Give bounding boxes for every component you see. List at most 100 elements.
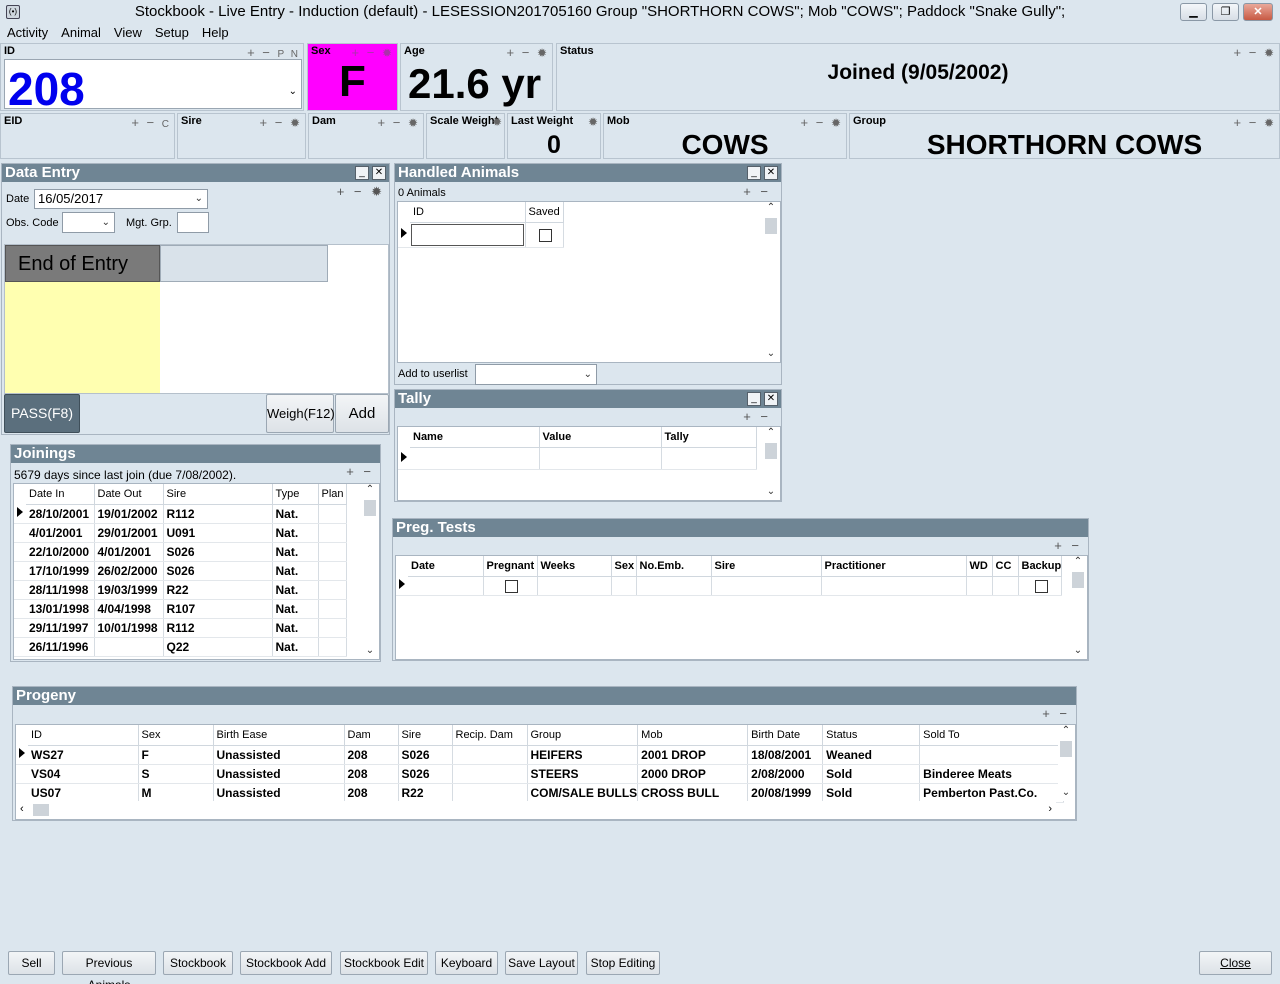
table-row[interactable]: 29/11/1997 10/01/1998 R112 Nat. (14, 618, 347, 638)
table-cell[interactable]: R112 (163, 504, 273, 524)
table-cell[interactable]: 28/10/2001 (26, 504, 95, 524)
menu-setup[interactable]: Setup (148, 24, 195, 40)
menu-activity[interactable]: Activity (0, 24, 54, 40)
table-cell[interactable]: WS27 (28, 745, 139, 765)
stockbook-edit-button[interactable]: Stockbook Edit (340, 951, 428, 975)
table-cell[interactable]: 13/01/1998 (26, 599, 95, 619)
mgt-grp-input[interactable] (177, 212, 209, 233)
sire-controls[interactable]: + − ✹ (260, 115, 302, 130)
save-layout-button[interactable]: Save Layout (505, 951, 578, 975)
table-cell[interactable]: S026 (398, 745, 453, 765)
last-weight-controls[interactable]: ✹ (588, 115, 598, 129)
table-cell[interactable]: US07 (28, 783, 139, 803)
table-cell[interactable]: 10/01/1998 (94, 618, 164, 638)
joinings-scrollbar[interactable]: ⌃ ⌄ (362, 484, 378, 659)
preg-tests-scrollbar[interactable]: ⌃ ⌄ (1070, 556, 1086, 659)
table-row[interactable]: WS27 F Unassisted 208 S026 HEIFERS 2001 DROP 18… (16, 745, 1065, 765)
add-button[interactable]: Add (335, 394, 389, 433)
id-controls[interactable]: + − P N (247, 45, 300, 60)
table-cell[interactable]: R112 (163, 618, 273, 638)
table-cell[interactable]: 18/08/2001 (747, 745, 824, 765)
table-cell[interactable]: COM/SALE BULLS (527, 783, 639, 803)
table-cell[interactable]: R22 (163, 580, 273, 600)
backup-checkbox[interactable] (1034, 579, 1048, 593)
table-cell[interactable]: R22 (398, 783, 453, 803)
table-cell[interactable]: 4/04/1998 (94, 599, 164, 619)
mob-controls[interactable]: + − ✹ (801, 115, 843, 130)
table-cell[interactable]: Unassisted (213, 764, 345, 784)
table-cell[interactable]: Pemberton Past.Co. (919, 783, 1065, 803)
table-cell[interactable]: 26/02/2000 (94, 561, 164, 581)
table-cell[interactable] (452, 783, 528, 803)
table-cell[interactable]: 29/01/2001 (94, 523, 164, 543)
new-id-input[interactable] (411, 223, 524, 246)
table-cell[interactable]: M (138, 783, 214, 803)
tally-controls[interactable]: + − (743, 409, 771, 424)
table-cell[interactable]: 4/01/2001 (94, 542, 164, 562)
table-cell[interactable]: Weaned (822, 745, 921, 765)
table-cell[interactable]: 29/11/1997 (26, 618, 95, 638)
table-cell[interactable]: Nat. (272, 599, 319, 619)
table-cell[interactable] (318, 580, 347, 600)
table-cell[interactable]: 208 (344, 764, 399, 784)
table-cell[interactable]: 2001 DROP (637, 745, 749, 765)
sell-button[interactable]: Sell (8, 951, 55, 975)
table-cell[interactable]: Nat. (272, 561, 319, 581)
progeny-vscrollbar[interactable]: ⌃ ⌄ (1058, 725, 1074, 801)
group-controls[interactable]: + − ✹ (1234, 115, 1276, 130)
table-cell[interactable]: Nat. (272, 504, 319, 524)
table-cell[interactable] (919, 745, 1065, 765)
table-cell[interactable]: 19/01/2002 (94, 504, 164, 524)
table-cell[interactable]: S026 (163, 561, 273, 581)
table-cell[interactable]: Nat. (272, 523, 319, 543)
table-cell[interactable]: 26/11/1996 (26, 637, 95, 657)
table-cell[interactable]: 2/08/2000 (747, 764, 824, 784)
end-of-entry-cell[interactable]: End of Entry (5, 245, 160, 282)
table-cell[interactable]: Binderee Meats (919, 764, 1065, 784)
table-cell[interactable]: 17/10/1999 (26, 561, 95, 581)
minimize-button[interactable]: ▁ (1180, 3, 1207, 21)
table-cell[interactable] (318, 637, 347, 657)
table-cell[interactable]: VS04 (28, 764, 139, 784)
table-row[interactable]: 22/10/2000 4/01/2001 S026 Nat. (14, 542, 347, 562)
handled-controls[interactable]: + − (743, 184, 771, 199)
table-row[interactable]: US07 M Unassisted 208 R22 COM/SALE BULLS CROSS… (16, 783, 1065, 803)
scale-weight-controls[interactable]: ✹ (492, 115, 502, 129)
table-cell[interactable]: 19/03/1999 (94, 580, 164, 600)
userlist-select[interactable]: ⌄ (475, 364, 597, 385)
table-row[interactable]: 4/01/2001 29/01/2001 U091 Nat. (14, 523, 347, 543)
table-row[interactable]: 17/10/1999 26/02/2000 S026 Nat. (14, 561, 347, 581)
table-cell[interactable] (452, 745, 528, 765)
table-cell[interactable]: 22/10/2000 (26, 542, 95, 562)
table-cell[interactable]: F (138, 745, 214, 765)
weigh-button[interactable]: Weigh(F12) (266, 394, 335, 433)
menu-animal[interactable]: Animal (54, 24, 107, 40)
table-cell[interactable]: Unassisted (213, 783, 345, 803)
age-controls[interactable]: + − ✹ (507, 45, 549, 60)
table-cell[interactable]: CROSS BULL (637, 783, 749, 803)
minimize-panel-button[interactable]: _ (747, 392, 761, 406)
previous-animals-button[interactable]: Previous Animals (62, 951, 156, 984)
joinings-controls[interactable]: + − (346, 464, 374, 479)
tally-scrollbar[interactable]: ⌃ ⌄ (763, 427, 779, 500)
close-button[interactable]: Close (1199, 951, 1272, 975)
table-cell[interactable]: STEERS (527, 764, 639, 784)
minimize-panel-button[interactable]: _ (355, 166, 369, 180)
close-window-button[interactable]: ✕ (1243, 3, 1273, 21)
progeny-controls[interactable]: + − (1042, 706, 1070, 721)
pass-button[interactable]: PASS(F8) (4, 394, 80, 433)
table-row[interactable]: 13/01/1998 4/04/1998 R107 Nat. (14, 599, 347, 619)
entry-value-cell[interactable] (160, 245, 328, 282)
table-cell[interactable]: Nat. (272, 637, 319, 657)
table-cell[interactable]: Sold (822, 764, 921, 784)
table-cell[interactable] (318, 504, 347, 524)
close-panel-button[interactable]: ✕ (764, 166, 778, 180)
table-cell[interactable]: S026 (398, 764, 453, 784)
date-input[interactable]: 16/05/2017 ⌄ (34, 189, 208, 209)
table-cell[interactable]: S026 (163, 542, 273, 562)
table-cell[interactable]: Unassisted (213, 745, 345, 765)
table-row[interactable]: 28/10/2001 19/01/2002 R112 Nat. (14, 504, 347, 524)
chevron-down-icon[interactable]: ⌄ (289, 86, 297, 97)
keyboard-button[interactable]: Keyboard (435, 951, 498, 975)
eid-controls[interactable]: + − C (131, 115, 171, 130)
